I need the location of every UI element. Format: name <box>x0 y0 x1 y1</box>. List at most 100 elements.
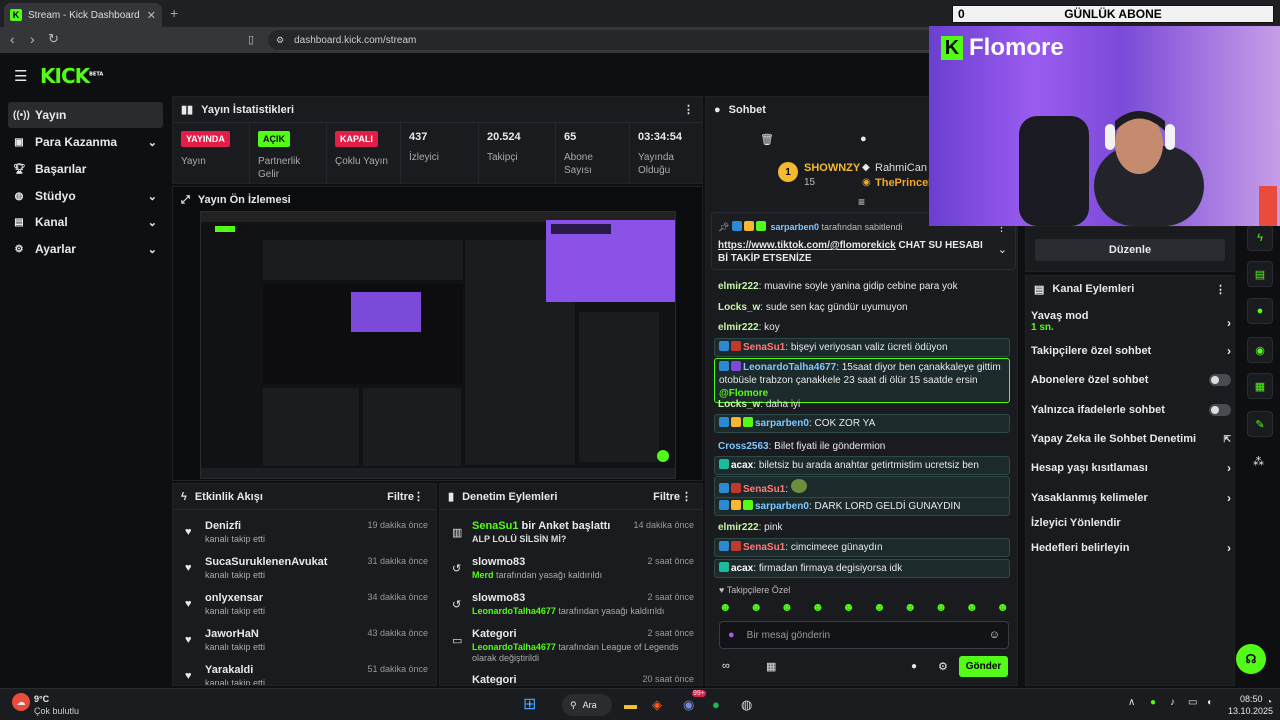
chevron-down-icon[interactable]: ⌄ <box>998 243 1007 256</box>
chat-user[interactable]: acax <box>731 460 753 471</box>
sidebar-item-yayin[interactable]: ((•)) Yayın <box>8 102 163 128</box>
sidebar-item-para-kazanma[interactable]: ▣ Para Kazanma ⌄ <box>8 129 163 155</box>
chat-rules-icon[interactable]: ● <box>911 661 917 672</box>
sidebar-item-kanal[interactable]: ▤ Kanal ⌄ <box>8 209 163 235</box>
reload-icon[interactable]: ↻ <box>48 31 59 47</box>
emote-icon[interactable]: ☻ <box>750 600 763 616</box>
trash-icon[interactable]: 🗑︎ <box>760 133 774 146</box>
top-user-name[interactable]: ThePrinceK <box>875 177 936 189</box>
hamburger-menu-icon[interactable]: ☰ <box>14 67 27 85</box>
banned-words-item[interactable]: Yasaklanmış kelimeler › <box>1031 488 1231 508</box>
emotes-only-item[interactable]: Yalnızca ifadelerle sohbet <box>1031 400 1231 420</box>
activity-filter-button[interactable]: Filtre <box>387 491 414 503</box>
url-field[interactable]: ⚙ dashboard.kick.com/stream <box>268 30 948 50</box>
mod-actor[interactable]: Merd <box>472 570 494 580</box>
stream-preview-video[interactable] <box>200 211 676 479</box>
more-options-icon[interactable]: ⋮ <box>681 490 692 503</box>
chat-user[interactable]: SenaSu1 <box>743 542 785 553</box>
emote-icon[interactable]: ☻ <box>719 600 732 616</box>
activity-user[interactable]: onlyxensar <box>205 592 263 604</box>
top-user-name[interactable]: SHOWNZY <box>804 162 860 174</box>
spotify-icon[interactable]: ● <box>712 697 720 712</box>
file-explorer-icon[interactable]: ▬ <box>624 697 637 712</box>
chat-bubble-icon[interactable]: ● <box>1247 298 1273 324</box>
activity-user[interactable]: SucaSuruklenenAvukat <box>205 556 327 568</box>
chat-user[interactable]: SenaSu1 <box>743 484 785 495</box>
taskbar-search[interactable]: ⚲ Ara <box>562 694 612 716</box>
mod-user[interactable]: slowmo83 <box>472 556 525 568</box>
subscribers-only-toggle[interactable] <box>1209 374 1231 386</box>
flash-icon[interactable]: ϟ <box>1247 225 1273 251</box>
sidebar-item-ayarlar[interactable]: ⚙ Ayarlar ⌄ <box>8 236 163 262</box>
windows-start-icon[interactable]: ⊞ <box>523 694 536 714</box>
new-tab-icon[interactable]: + <box>170 5 178 21</box>
more-options-icon[interactable]: ⋮ <box>683 103 694 116</box>
brave-browser-icon[interactable]: ◈ <box>652 697 662 713</box>
bookmark-icon[interactable]: ▯ <box>248 33 254 46</box>
activity-user[interactable]: Yarakaldi <box>205 664 253 676</box>
settings-icon[interactable]: ⚙ <box>938 660 948 673</box>
weather-icon[interactable]: ☁ <box>12 693 30 711</box>
emotes-only-toggle[interactable] <box>1209 404 1231 416</box>
chat-user[interactable]: elmir222 <box>718 281 759 292</box>
sidebar-item-studyo[interactable]: ◍ Stüdyo ⌄ <box>8 183 163 209</box>
broadcast-icon[interactable]: ◉ <box>1247 337 1273 363</box>
account-age-item[interactable]: Hesap yaşı kısıtlaması › <box>1031 458 1231 478</box>
slow-mode-item[interactable]: Yavaş mod 1 sn. › <box>1031 310 1231 336</box>
chat-input[interactable]: ● Bir mesaj gönderin ☺ <box>719 621 1009 649</box>
more-options-icon[interactable]: ⋮ <box>1215 283 1226 296</box>
chat-user[interactable]: SenaSu1 <box>743 342 785 353</box>
clock-time[interactable]: 08:50 <box>1240 694 1263 704</box>
tray-app-icon[interactable]: ● <box>1150 697 1156 708</box>
chat-user[interactable]: LeonardoTalha4677 <box>743 362 836 373</box>
layout-icon[interactable]: ▦ <box>1247 373 1273 399</box>
top-user-name[interactable]: RahmiCan <box>875 162 927 174</box>
chat-user[interactable]: Cross2563 <box>718 441 769 452</box>
support-icon[interactable]: ☊ <box>1236 644 1266 674</box>
mod-actor[interactable]: LeonardoTalha4677 <box>472 606 556 616</box>
tray-chevron-icon[interactable]: ∧ <box>1128 697 1135 708</box>
send-button[interactable]: Gönder <box>959 656 1008 677</box>
network-icon[interactable]: ▭ <box>1188 697 1197 708</box>
mod-user[interactable]: slowmo83 <box>472 592 525 604</box>
store-icon[interactable]: ▦ <box>766 660 776 673</box>
pinned-by-user[interactable]: sarparben0 <box>770 222 819 232</box>
emote-icon[interactable]: ☻ <box>842 600 855 616</box>
expand-icon[interactable]: ≡ <box>858 195 865 209</box>
moderation-filter-button[interactable]: Filtre <box>653 491 680 503</box>
forward-icon[interactable]: › <box>30 31 35 47</box>
notification-bell-icon[interactable]: ◔ <box>1266 697 1272 708</box>
ai-moderation-item[interactable]: Yapay Zeka ile Sohbet Denetimi ⇱ <box>1031 429 1231 449</box>
chat-user[interactable]: elmir222 <box>718 322 759 333</box>
emote-icon[interactable]: ☻ <box>873 600 886 616</box>
activity-user[interactable]: Denizfi <box>205 520 241 532</box>
edit-button[interactable]: Düzenle <box>1035 239 1225 261</box>
chat-bubble-icon[interactable]: ● <box>860 133 867 145</box>
host-viewers-item[interactable]: İzleyici Yönlendir <box>1031 513 1231 533</box>
mod-user[interactable]: SenaSu1 <box>472 520 518 532</box>
microphone-icon[interactable]: ♪ <box>1170 697 1175 708</box>
chat-user[interactable]: acax <box>731 563 753 574</box>
chat-user[interactable]: sarparben0 <box>755 418 809 429</box>
emote-icon[interactable]: ☻ <box>781 600 794 616</box>
wrench-icon[interactable]: ✎ <box>1247 411 1273 437</box>
chat-user[interactable]: Locks_w <box>718 302 760 313</box>
followers-only-item[interactable]: Takipçilere özel sohbet › <box>1031 341 1231 361</box>
kick-logo[interactable]: KICKBETA <box>40 64 103 88</box>
emote-icon[interactable]: ☻ <box>904 600 917 616</box>
emote-icon[interactable]: ☻ <box>966 600 979 616</box>
emoji-icon[interactable]: ☺ <box>989 629 1000 641</box>
drag-handle-icon[interactable]: ⁂ <box>1253 455 1264 468</box>
subscribers-only-item[interactable]: Abonelere özel sohbet <box>1031 370 1231 390</box>
activity-user[interactable]: JaworHaN <box>205 628 259 640</box>
chat-user[interactable]: elmir222 <box>718 522 759 533</box>
emote-icon[interactable]: ☻ <box>996 600 1009 616</box>
volume-icon[interactable]: ◖ <box>1206 697 1212 708</box>
chat-user[interactable]: Locks_w <box>718 399 760 410</box>
browser-tab[interactable]: K Stream - Kick Dashboard ✕ <box>4 3 162 27</box>
pinned-link[interactable]: https://www.tiktok.com/@flomorekick <box>718 240 896 251</box>
mic-icon[interactable]: ● <box>728 629 735 641</box>
more-options-icon[interactable]: ⋮ <box>413 490 424 503</box>
mod-actor[interactable]: LeonardoTalha4677 <box>472 642 556 652</box>
close-tab-icon[interactable]: ✕ <box>147 9 156 22</box>
